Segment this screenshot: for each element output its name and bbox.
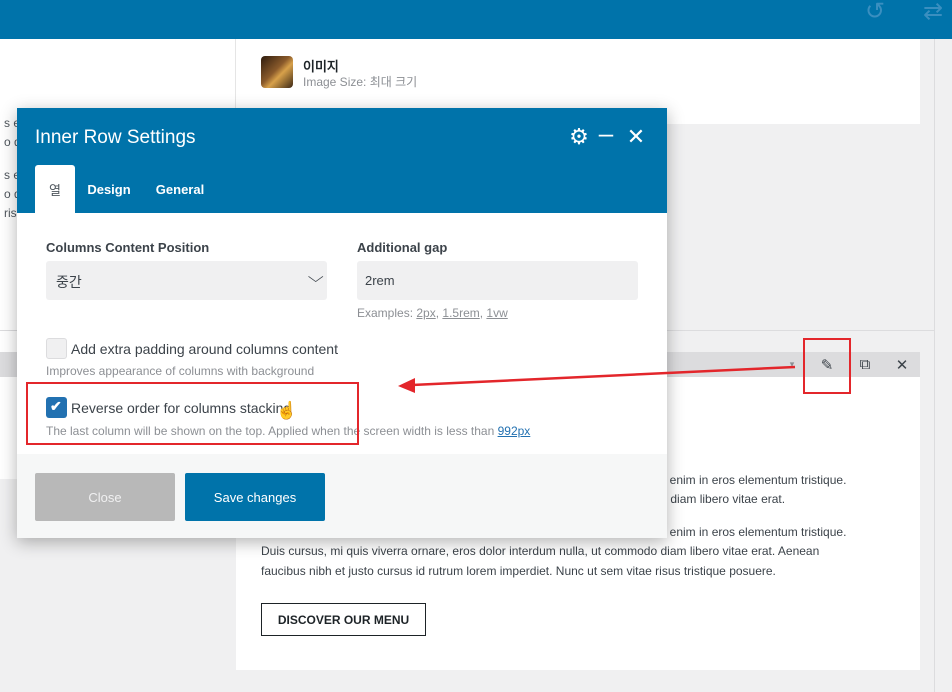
arrow-line [411, 365, 796, 387]
arrow-head [398, 378, 415, 393]
annotation-arrow [398, 365, 796, 393]
hand-cursor-icon: ☝ [276, 401, 298, 420]
